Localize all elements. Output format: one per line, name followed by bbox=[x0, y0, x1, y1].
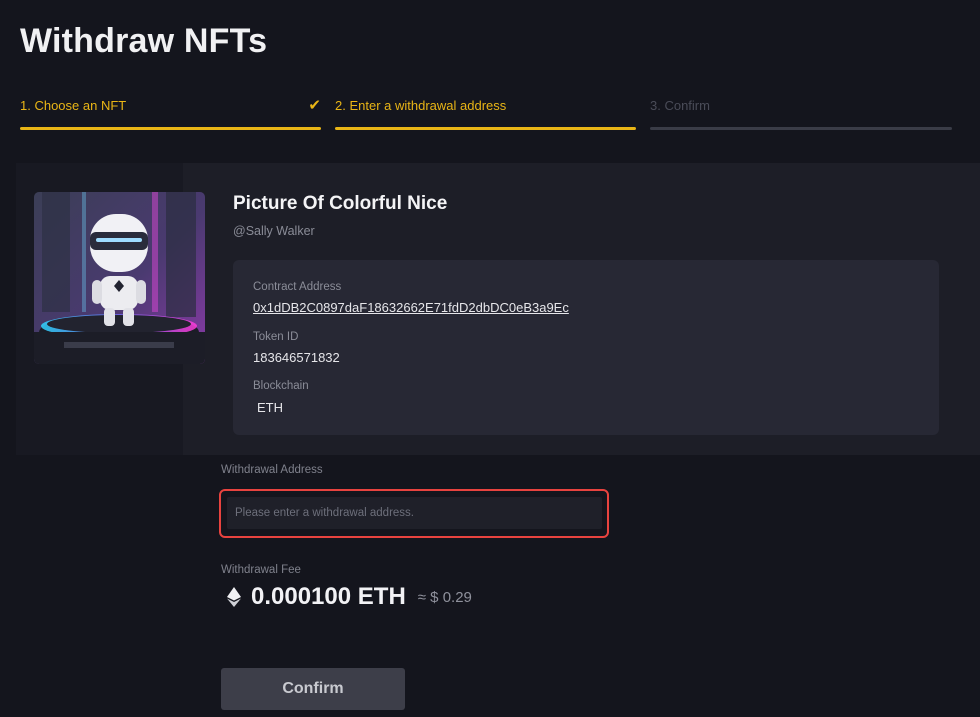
check-icon: ✔ bbox=[308, 97, 321, 114]
page-title: Withdraw NFTs bbox=[20, 22, 268, 60]
withdrawal-address-highlight bbox=[219, 489, 609, 538]
contract-address-label: Contract Address bbox=[253, 281, 342, 293]
blockchain-value: ETH bbox=[257, 400, 283, 415]
step-progress-bar bbox=[20, 127, 321, 130]
token-id-value: 183646571832 bbox=[253, 350, 340, 365]
nft-owner: @Sally Walker bbox=[233, 224, 315, 238]
withdrawal-fee: 0.000100 ETH ≈ $ 0.29 bbox=[227, 582, 472, 612]
confirm-button[interactable]: Confirm bbox=[221, 668, 405, 710]
contract-address-link[interactable]: 0x1dDB2C0897daF18632662E71fdD2dbDC0eB3a9… bbox=[253, 300, 569, 315]
nft-details-panel: Contract Address 0x1dDB2C0897daF18632662… bbox=[233, 260, 939, 435]
step-choose-nft[interactable]: 1. Choose an NFT ✔ bbox=[20, 97, 321, 132]
withdrawal-fee-label: Withdrawal Fee bbox=[221, 564, 301, 576]
withdrawal-address-input[interactable] bbox=[227, 497, 602, 529]
step-label: 1. Choose an NFT bbox=[20, 98, 127, 113]
blockchain-label: Blockchain bbox=[253, 380, 309, 392]
step-progress-bar bbox=[335, 127, 636, 130]
nft-image bbox=[34, 192, 205, 364]
withdrawal-address-label: Withdrawal Address bbox=[221, 464, 323, 476]
fee-approx-usd: ≈ $ 0.29 bbox=[417, 588, 472, 606]
nft-name: Picture Of Colorful Nice bbox=[233, 193, 448, 214]
step-progress-bar bbox=[650, 127, 952, 130]
step-label: 2. Enter a withdrawal address bbox=[335, 98, 507, 113]
fee-amount: 0.000100 ETH bbox=[251, 583, 406, 610]
ethereum-icon bbox=[227, 587, 241, 607]
token-id-label: Token ID bbox=[253, 331, 299, 343]
step-confirm: 3. Confirm bbox=[650, 98, 952, 132]
step-enter-address[interactable]: 2. Enter a withdrawal address bbox=[335, 98, 636, 132]
step-label: 3. Confirm bbox=[650, 98, 710, 113]
